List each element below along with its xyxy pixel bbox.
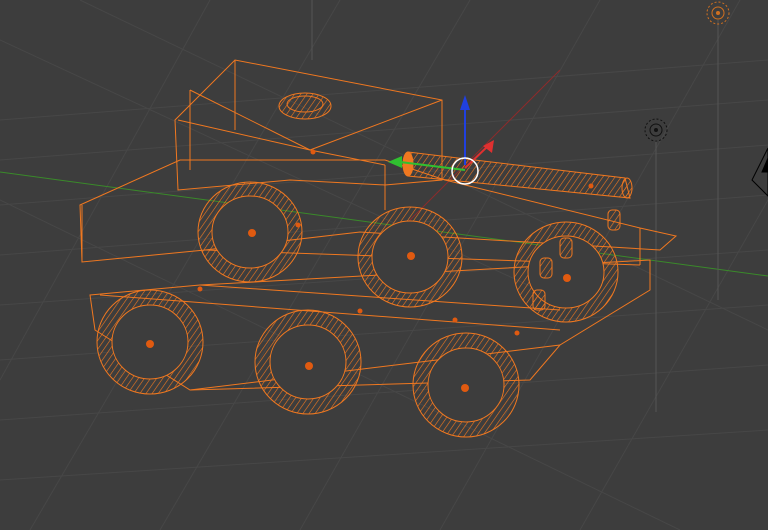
empty-target-icon[interactable] [644, 118, 668, 142]
gizmo-z-arrow[interactable] [460, 95, 470, 110]
viewport-canvas[interactable] [0, 0, 768, 530]
upper-wheels [197, 181, 619, 323]
turret-hatch [278, 92, 332, 120]
x-axis-line [399, 69, 561, 231]
3d-viewport[interactable] [0, 0, 768, 530]
gizmo-y-arrow[interactable] [388, 156, 402, 168]
tank-barrel [402, 151, 633, 199]
turret-box [174, 59, 443, 191]
camera-icon[interactable] [751, 147, 768, 197]
